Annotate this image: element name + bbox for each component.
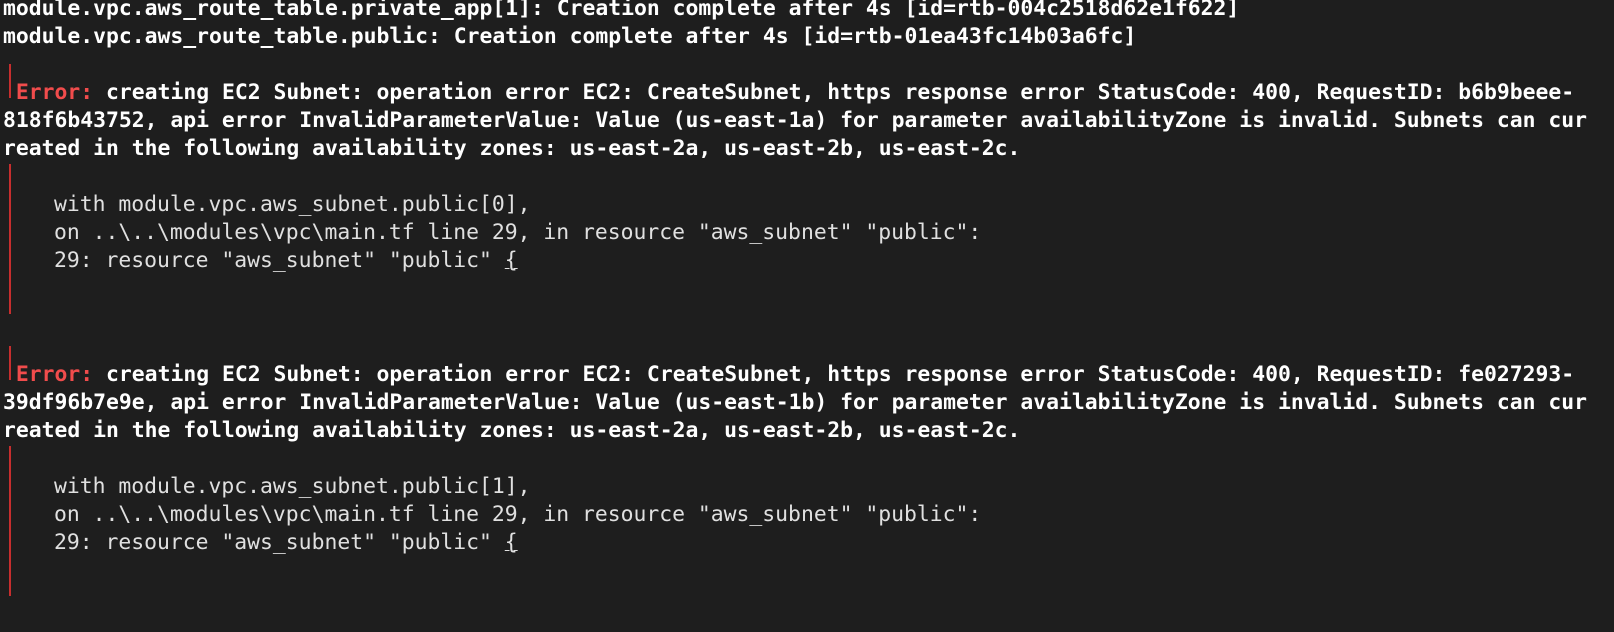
error-message-text: creating EC2 Subnet: operation error EC2…: [93, 80, 1575, 105]
error-code-text: 29: resource "aws_subnet" "public": [54, 530, 505, 555]
code-open-brace: {: [504, 248, 518, 273]
error-gutter-bar: [9, 446, 11, 596]
error-message-line: 818f6b43752, api error InvalidParameterV…: [3, 108, 1588, 133]
error-message-line: Error: creating EC2 Subnet: operation er…: [3, 78, 1574, 107]
error-code-line: 29: resource "aws_subnet" "public" {: [54, 528, 518, 557]
code-open-brace: {: [504, 530, 518, 555]
error-code-line: 29: resource "aws_subnet" "public" {: [54, 246, 518, 275]
error-location-line: on ..\..\modules\vpc\main.tf line 29, in…: [54, 220, 982, 245]
error-label: Error:: [15, 362, 94, 387]
error-message-line: reated in the following availability zon…: [3, 418, 1021, 443]
route-table-public-line: module.vpc.aws_route_table.public: Creat…: [3, 24, 1137, 49]
error-label: Error:: [15, 80, 94, 105]
error-with-line: with module.vpc.aws_subnet.public[0],: [54, 192, 531, 217]
route-table-private-app-line: module.vpc.aws_route_table.private_app[1…: [3, 0, 1240, 21]
error-gutter-bar: [9, 164, 11, 314]
error-message-text: creating EC2 Subnet: operation error EC2…: [93, 362, 1575, 387]
error-message-line: 39df96b7e9e, api error InvalidParameterV…: [3, 390, 1588, 415]
terminal-output[interactable]: module.vpc.aws_route_table.private_app[1…: [0, 0, 1614, 632]
error-message-line: reated in the following availability zon…: [3, 136, 1021, 161]
error-location-line: on ..\..\modules\vpc\main.tf line 29, in…: [54, 502, 982, 527]
error-with-line: with module.vpc.aws_subnet.public[1],: [54, 474, 531, 499]
error-message-line: Error: creating EC2 Subnet: operation er…: [3, 360, 1574, 389]
error-code-text: 29: resource "aws_subnet" "public": [54, 248, 505, 273]
